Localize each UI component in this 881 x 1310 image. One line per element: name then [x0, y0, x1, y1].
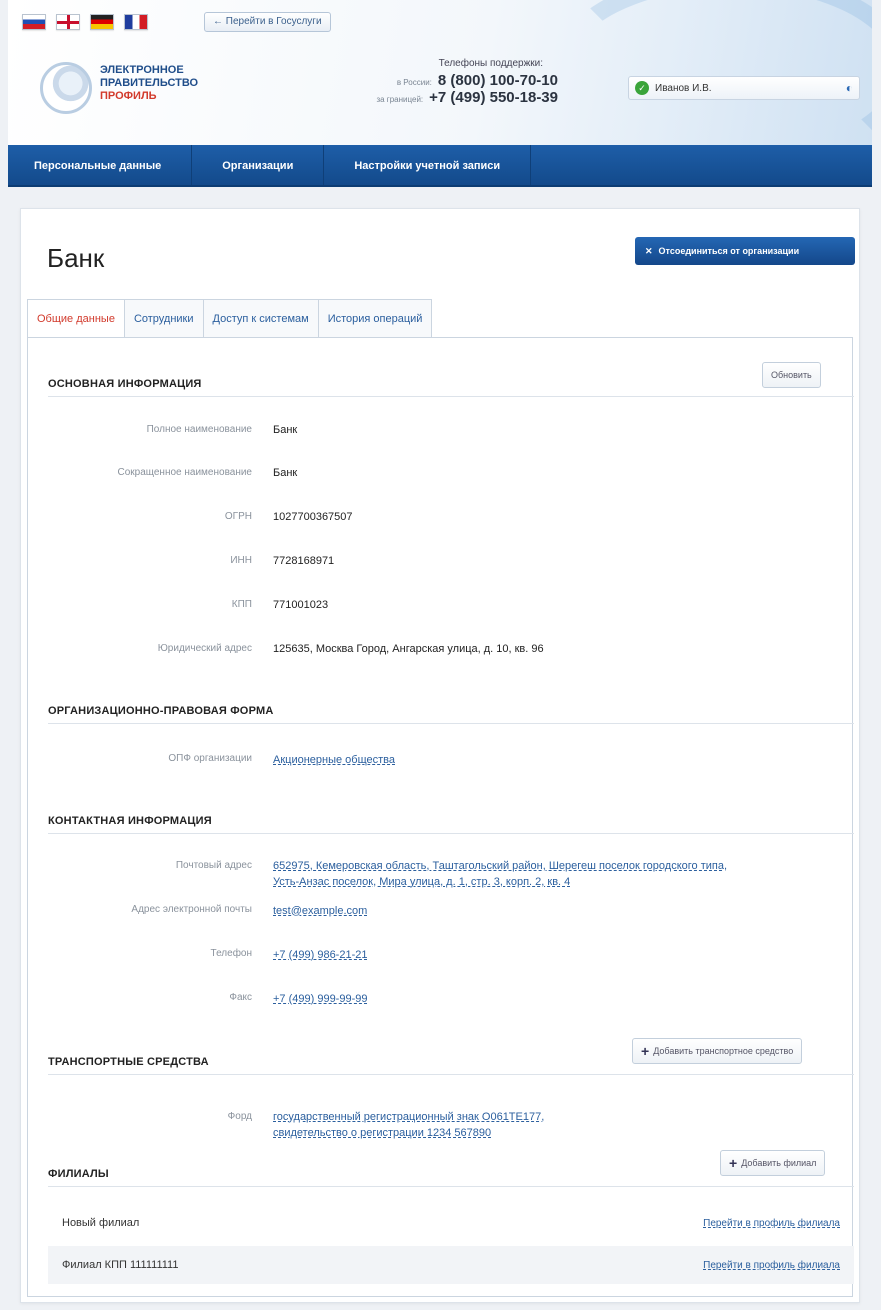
org-tabs: Общие данные Сотрудники Доступ к система… — [27, 299, 433, 338]
support-phones: Телефоны поддержки: в России: 8 (800) 10… — [348, 58, 558, 106]
support-abroad-label: за границей: — [376, 95, 424, 104]
logo-line-1: ЭЛЕКТРОННОЕ — [100, 64, 184, 76]
divider — [48, 833, 854, 834]
support-ru-label: в России: — [396, 78, 432, 87]
field-value-short-name: Банк — [273, 467, 298, 479]
divider — [48, 723, 854, 724]
field-link-email[interactable]: test@example.com — [273, 903, 367, 919]
tab-panel-general: ОСНОВНАЯ ИНФОРМАЦИЯ Обновить Полное наим… — [27, 337, 854, 1297]
field-value-kpp: 771001023 — [273, 599, 329, 611]
tab-employees[interactable]: Сотрудники — [123, 299, 204, 337]
support-abroad-phone: +7 (499) 550-18-39 — [429, 89, 558, 106]
flag-fr-icon[interactable] — [124, 14, 148, 30]
branch-profile-link[interactable]: Перейти в профиль филиала — [703, 1218, 840, 1229]
field-label-vehicle: Форд — [227, 1111, 252, 1122]
check-icon: ✓ — [635, 81, 649, 95]
main-nav: Персональные данные Организации Настройк… — [8, 145, 872, 187]
field-link-phone[interactable]: +7 (499) 986-21-21 — [273, 947, 367, 963]
help-icon[interactable]: ◐ — [846, 81, 853, 95]
tab-system-access[interactable]: Доступ к системам — [202, 299, 319, 337]
branch-name: Филиал КПП 111111111 — [62, 1259, 179, 1271]
postal-address-line-1: 652975, Кемеровская область, Таштагольск… — [273, 860, 728, 872]
nav-organizations[interactable]: Организации — [192, 145, 325, 185]
section-title-basic: ОСНОВНАЯ ИНФОРМАЦИЯ — [48, 378, 202, 390]
field-label-inn: ИНН — [230, 555, 252, 566]
field-label-opf: ОПФ организации — [168, 753, 252, 764]
go-to-gosuslugi-link[interactable]: ← Перейти в Госуслуги — [204, 12, 331, 32]
tab-general[interactable]: Общие данные — [27, 299, 125, 338]
leave-organization-button[interactable]: ✕ Отсоединиться от организации — [635, 237, 855, 265]
field-label-email: Адрес электронной почты — [131, 904, 252, 915]
branch-name: Новый филиал — [62, 1217, 140, 1229]
plus-icon: + — [641, 1043, 650, 1059]
add-branch-label: Добавить филиал — [741, 1158, 817, 1168]
logo-line-2: ПРАВИТЕЛЬСТВО — [100, 77, 199, 89]
list-item: Новый филиал Перейти в профиль филиала — [48, 1204, 854, 1242]
vehicle-line-2: свидетельство о регистрации 1234 567890 — [273, 1127, 492, 1139]
field-value-full-name: Банк — [273, 424, 298, 436]
section-title-legal-form: ОРГАНИЗАЦИОННО-ПРАВОВАЯ ФОРМА — [48, 705, 274, 717]
page-title: Банк — [47, 243, 105, 273]
field-value-legal-address: 125635, Москва Город, Ангарская улица, д… — [273, 643, 544, 655]
field-link-postal-address[interactable]: 652975, Кемеровская область, Таштагольск… — [273, 858, 727, 890]
field-link-opf[interactable]: Акционерные общества — [273, 752, 395, 768]
postal-address-line-2: Усть-Анзас поселок, Мира улица, д. 1, ст… — [273, 876, 571, 888]
section-title-vehicles: ТРАНСПОРТНЫЕ СРЕДСТВА — [48, 1056, 209, 1068]
refresh-button[interactable]: Обновить — [762, 362, 821, 388]
plus-icon: + — [729, 1155, 738, 1171]
flag-ru-icon[interactable] — [22, 14, 46, 30]
user-name: Иванов И.В. — [655, 82, 712, 94]
flag-de-icon[interactable] — [90, 14, 114, 30]
divider — [48, 1186, 854, 1187]
field-label-short-name: Сокращенное наименование — [117, 467, 252, 478]
language-switcher — [22, 14, 148, 30]
logo-line-3: ПРОФИЛЬ — [100, 90, 157, 102]
branch-profile-link[interactable]: Перейти в профиль филиала — [703, 1260, 840, 1271]
tab-operation-history[interactable]: История операций — [317, 299, 433, 337]
vehicle-line-1: государственный регистрационный знак О06… — [273, 1111, 545, 1123]
section-title-contacts: КОНТАКТНАЯ ИНФОРМАЦИЯ — [48, 815, 212, 827]
nav-account-settings[interactable]: Настройки учетной записи — [324, 145, 532, 185]
add-vehicle-button[interactable]: + Добавить транспортное средство — [632, 1038, 803, 1064]
flag-en-icon[interactable] — [56, 14, 80, 30]
field-label-phone: Телефон — [210, 948, 252, 959]
field-label-legal-address: Юридический адрес — [157, 643, 252, 654]
add-branch-button[interactable]: + Добавить филиал — [720, 1150, 826, 1176]
add-vehicle-label: Добавить транспортное средство — [653, 1046, 794, 1056]
section-title-branches: ФИЛИАЛЫ — [48, 1168, 109, 1180]
header-decoration — [552, 0, 872, 145]
field-value-ogrn: 1027700367507 — [273, 511, 353, 523]
main-content: Банк ✕ Отсоединиться от организации Общи… — [20, 208, 860, 1303]
logo-text[interactable]: ЭЛЕКТРОННОЕ ПРАВИТЕЛЬСТВО ПРОФИЛЬ — [100, 64, 198, 103]
egov-logo-icon[interactable] — [40, 62, 92, 114]
field-label-postal-address: Почтовый адрес — [175, 860, 252, 871]
support-title: Телефоны поддержки: — [438, 58, 543, 69]
field-label-kpp: КПП — [231, 599, 252, 610]
field-label-fax: Факс — [229, 992, 252, 1003]
refresh-label: Обновить — [771, 370, 812, 380]
list-item: Филиал КПП 111111111 Перейти в профиль ф… — [48, 1246, 854, 1284]
field-link-vehicle[interactable]: государственный регистрационный знак О06… — [273, 1109, 544, 1141]
divider — [48, 396, 854, 397]
field-link-fax[interactable]: +7 (499) 999-99-99 — [273, 991, 367, 1007]
nav-personal-data[interactable]: Персональные данные — [8, 145, 193, 185]
field-value-inn: 7728168971 — [273, 555, 335, 567]
user-menu[interactable]: ✓ Иванов И.В. ◐ — [628, 76, 860, 100]
site-header: ← Перейти в Госуслуги ЭЛЕКТРОННОЕ ПРАВИТ… — [8, 0, 872, 145]
field-label-full-name: Полное наименование — [146, 424, 252, 435]
close-icon: ✕ — [645, 245, 653, 256]
support-ru-phone: 8 (800) 100-70-10 — [437, 72, 558, 89]
divider — [48, 1074, 854, 1075]
leave-organization-label: Отсоединиться от организации — [658, 246, 800, 256]
field-label-ogrn: ОГРН — [224, 511, 252, 522]
